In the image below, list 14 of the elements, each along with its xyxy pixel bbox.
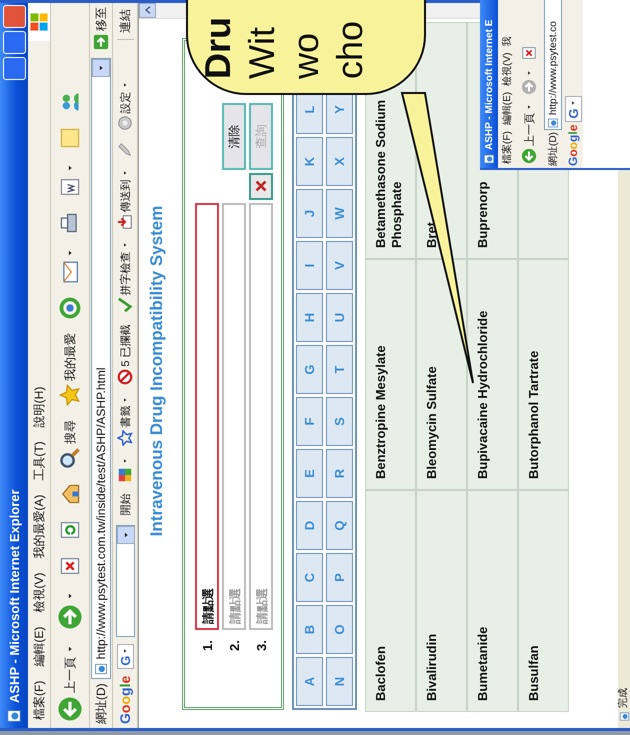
callout-text: wo (284, 32, 327, 79)
window-title: ASHP - Microsoft Internet Explorer (6, 489, 22, 703)
logo-text: Google (566, 124, 580, 166)
page-title: Intravenous Drug Incompatibility System (147, 204, 167, 538)
status-text: 完成 (618, 688, 630, 708)
address-label: 網址(D) (92, 683, 108, 724)
row-number: 2. (226, 639, 242, 651)
row-number: 3. (254, 639, 268, 651)
logo-text: Google (117, 676, 133, 724)
address-label: 網址(D) (546, 132, 560, 166)
callout-text: Wit (240, 26, 283, 79)
row-number: 1. (200, 639, 214, 651)
window-title: ASHP - Microsoft Internet E (484, 20, 494, 150)
callout-text: Dru (196, 16, 239, 79)
